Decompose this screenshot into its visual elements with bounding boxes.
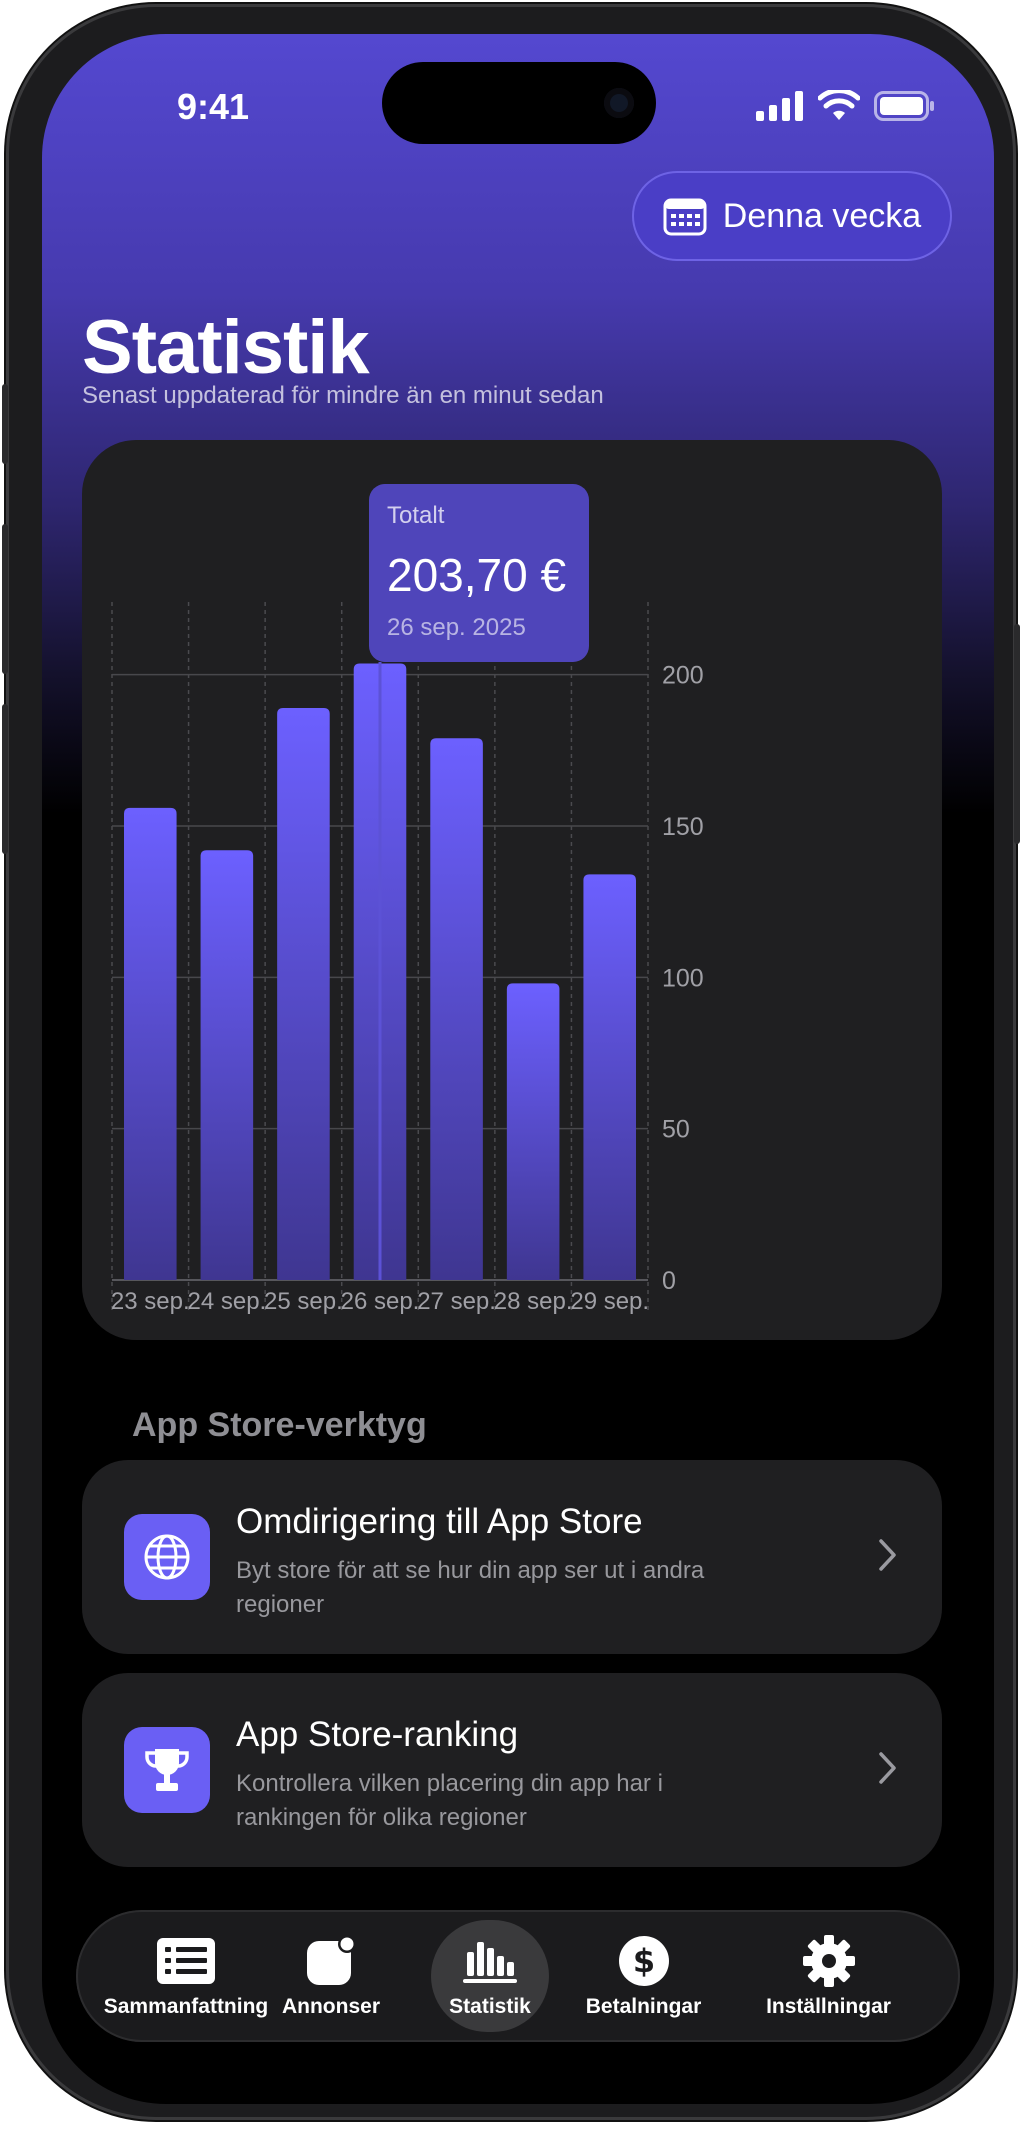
- bar-25sep: [277, 707, 330, 1280]
- chevron-right-icon: [879, 1539, 896, 1571]
- list-icon: [157, 1938, 215, 1984]
- bar-29sep: [583, 874, 636, 1280]
- y-tick-label: 200: [662, 662, 704, 690]
- status-time: 9:41: [177, 86, 250, 127]
- status-icons: [756, 90, 936, 122]
- section-title-app-store-tools: App Store-verktyg: [132, 1406, 427, 1444]
- page-title: Statistik: [82, 305, 370, 390]
- date-filter-label: Denna vecka: [722, 196, 922, 235]
- tab-sammanfattning[interactable]: Sammanfattning: [96, 1910, 276, 2042]
- tab-betalningar[interactable]: $ Betalningar: [571, 1910, 716, 2042]
- tooltip-label: Totalt: [387, 502, 445, 529]
- gear-icon: [802, 1935, 855, 1987]
- y-tick-label: 0: [662, 1267, 676, 1295]
- bar-24sep: [200, 850, 254, 1280]
- tooltip-date: 26 sep. 2025: [387, 614, 526, 641]
- tool-icon-box: [124, 1727, 210, 1813]
- mute-switch: [2, 384, 8, 464]
- phone-frame: 9:41 Denna vecka Statistik Senast uppdat…: [2, 4, 1020, 2120]
- calendar-icon: [663, 198, 707, 236]
- x-tick-label: 24 sep.: [187, 1288, 266, 1315]
- tab-annonser[interactable]: Annonser: [266, 1910, 396, 2042]
- x-tick-label: 29 sep.: [570, 1288, 649, 1315]
- camera-icon: [604, 88, 634, 118]
- tool-title: Omdirigering till App Store: [236, 1502, 643, 1541]
- x-tick-label: 26 sep.: [341, 1288, 420, 1315]
- bar-23sep: [124, 807, 177, 1280]
- volume-down-button: [2, 704, 8, 854]
- power-button: [1014, 624, 1020, 844]
- last-updated-text: Senast uppdaterad för mindre än en minut…: [82, 382, 604, 409]
- bar-28sep: [506, 983, 560, 1280]
- tool-card-app-store-redirect[interactable]: Omdirigering till App Store Byt store fö…: [82, 1460, 942, 1654]
- wifi-icon: [818, 90, 860, 120]
- tool-description: Kontrollera vilken placering din app har…: [236, 1770, 663, 1831]
- volume-up-button: [2, 524, 8, 674]
- globe-icon: [144, 1534, 190, 1580]
- battery-icon: [874, 91, 934, 121]
- screen: 9:41 Denna vecka Statistik Senast uppdat…: [42, 34, 994, 2104]
- tool-title: App Store-ranking: [236, 1715, 519, 1754]
- dollar-icon: $: [618, 1936, 669, 1986]
- tab-statistik[interactable]: Statistik: [431, 1910, 549, 2042]
- revenue-chart-card: 0 50 100 150 200 23 sep. 24 sep. 25 sep. 26 sep.…: [82, 440, 942, 1340]
- tab-label: Betalningar: [585, 1995, 702, 2018]
- cellular-signal-icon: [756, 91, 803, 121]
- dynamic-island: [382, 62, 656, 144]
- y-tick-label: 150: [662, 813, 704, 841]
- x-tick-label: 23 sep.: [111, 1288, 190, 1315]
- x-tick-label: 25 sep.: [264, 1288, 343, 1315]
- x-tick-label: 27 sep.: [417, 1288, 496, 1315]
- tool-description: Byt store för att se hur din app ser ut …: [236, 1557, 705, 1618]
- tool-card-app-store-ranking[interactable]: App Store-ranking Kontrollera vilken pla…: [82, 1673, 942, 1867]
- tab-label: Statistik: [449, 1995, 531, 2018]
- app-badge-icon: [307, 1935, 356, 1985]
- trophy-icon: [145, 1749, 189, 1791]
- tab-label: Annonser: [281, 1995, 380, 2018]
- selected-bar-tooltip: Totalt 203,70 € 26 sep. 2025: [369, 484, 589, 662]
- chart-icon: [463, 1942, 517, 1983]
- bar-27sep: [430, 738, 483, 1280]
- tab-installningar[interactable]: Inställningar: [736, 1910, 921, 2042]
- tab-label: Sammanfattning: [103, 1995, 269, 2018]
- tooltip-value: 203,70 €: [387, 549, 567, 601]
- date-filter-button[interactable]: Denna vecka: [632, 171, 952, 261]
- y-tick-label: 100: [662, 964, 704, 992]
- tab-label: Inställningar: [766, 1995, 891, 2018]
- chevron-right-icon: [879, 1752, 896, 1784]
- svg-text:$: $: [632, 1942, 654, 1980]
- tool-icon-box: [124, 1514, 210, 1600]
- y-tick-label: 50: [662, 1116, 690, 1144]
- x-tick-label: 28 sep.: [494, 1288, 573, 1315]
- tab-bar: Sammanfattning Annonser Statistik $ Beta…: [76, 1910, 960, 2042]
